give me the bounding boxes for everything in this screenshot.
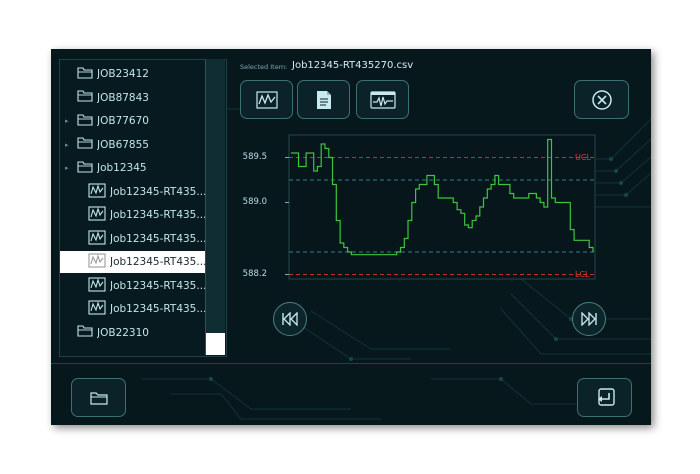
ucl-label: UCL (575, 152, 591, 162)
tree-item-label: Job12345-RT435... (110, 279, 206, 292)
tree-item-label: JOB23412 (97, 68, 149, 80)
y-tick-label: 589.5 (242, 151, 267, 162)
chart-file-icon (88, 206, 106, 224)
close-button[interactable] (574, 80, 629, 119)
folder-icon (77, 113, 93, 129)
tree-item-label: Job12345-RT435... (110, 303, 206, 315)
folder-icon (77, 325, 93, 340)
tree-file-item[interactable]: Job12345-RT435... (60, 298, 206, 320)
chart-file-icon (88, 229, 106, 248)
tree-item-label: JOB77670 (97, 115, 149, 127)
return-icon (597, 387, 615, 406)
chart-file-icon (88, 253, 106, 271)
control-chart: 589.5 589.0 588.2 UCL LCL (231, 129, 601, 289)
folder-icon (77, 90, 93, 105)
footer-divider (51, 363, 651, 364)
chart-file-icon (88, 182, 106, 201)
selected-item-value: Job12345-RT435270.csv (292, 60, 414, 71)
folder-icon (89, 391, 108, 405)
folder-icon (77, 66, 93, 82)
chart-file-icon (88, 300, 106, 318)
tree-file-item[interactable]: Job12345-RT435... (60, 228, 206, 250)
tree-item-label: JOB67855 (97, 138, 149, 151)
tree-folder-item[interactable]: ▸ Job12345 (60, 157, 206, 179)
return-button[interactable] (577, 378, 632, 417)
expand-arrow-icon[interactable]: ▸ (65, 141, 73, 149)
tree-file-item[interactable]: Job12345-RT435... (60, 251, 206, 273)
document-icon (316, 90, 331, 109)
app-screen: JOB23412 JOB87843 ▸ JOB77670 ▸ JOB67855 ▸ Job12… (51, 49, 651, 425)
folder-icon (77, 160, 93, 176)
tree-folder-item[interactable]: JOB23412 (60, 63, 206, 85)
tree-folder-item[interactable]: JOB22310 (60, 322, 206, 344)
folder-icon (77, 137, 93, 152)
tree-item-label: Job12345-RT435... (110, 232, 206, 245)
chart-view-button[interactable] (240, 80, 293, 119)
tree-file-item[interactable]: Job12345-RT435... (60, 204, 206, 226)
tree-item-label: Job12345-RT435... (110, 209, 206, 221)
tree-file-item[interactable]: Job12345-RT435... (60, 181, 206, 203)
tree-folder-item[interactable]: JOB87843 (60, 87, 206, 109)
waveform-button[interactable] (356, 80, 409, 119)
chart-plot (285, 134, 596, 280)
fast-forward-icon (581, 312, 597, 326)
lcl-label: LCL (575, 269, 590, 279)
tree-item-label: JOB87843 (97, 91, 149, 104)
previous-button[interactable] (273, 302, 307, 336)
next-button[interactable] (572, 302, 606, 336)
tree-item-label: Job12345 (97, 162, 147, 174)
expand-arrow-icon[interactable]: ▸ (65, 117, 73, 125)
chart-view-icon (255, 90, 278, 109)
open-folder-button[interactable] (71, 378, 126, 417)
document-button[interactable] (297, 80, 350, 119)
y-tick-label: 588.2 (242, 268, 267, 279)
tree-folder-item[interactable]: ▸ JOB67855 (60, 134, 206, 156)
tree-folder-item[interactable]: ▸ JOB77670 (60, 110, 206, 132)
rewind-icon (282, 312, 298, 326)
tree-file-item[interactable]: Job12345-RT435... (60, 275, 206, 297)
chart-file-icon (88, 276, 106, 295)
y-tick-label: 589.0 (242, 196, 267, 207)
selected-item-label: Selected Item: (240, 63, 288, 71)
close-circle-icon (591, 89, 612, 110)
tree-item-label: Job12345-RT435... (110, 185, 206, 198)
expand-arrow-icon[interactable]: ▸ (65, 164, 73, 172)
tree-item-label: JOB22310 (97, 326, 149, 339)
tree-scrollbar-thumb[interactable] (206, 333, 225, 355)
plot-frame (288, 134, 596, 280)
tree-item-label: Job12345-RT435... (110, 256, 206, 268)
tree-scrollbar[interactable] (205, 59, 225, 355)
waveform-icon (369, 90, 396, 109)
file-tree[interactable]: JOB23412 JOB87843 ▸ JOB77670 ▸ JOB67855 ▸ Job12… (59, 59, 227, 357)
